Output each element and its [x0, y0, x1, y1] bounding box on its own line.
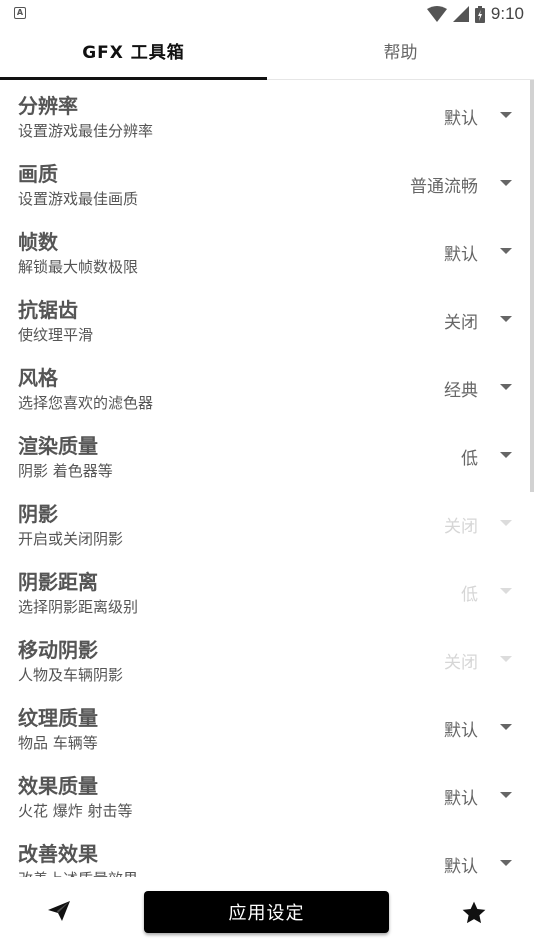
- setting-subtitle: 火花 爆炸 射击等: [18, 802, 133, 820]
- setting-value[interactable]: 默认: [444, 784, 478, 809]
- setting-row-texture-quality[interactable]: 纹理质量 物品 车辆等 默认: [0, 692, 534, 760]
- setting-subtitle: 选择阴影距离级别: [18, 598, 139, 616]
- wifi-icon: [426, 6, 447, 22]
- setting-title: 分辨率: [18, 94, 78, 118]
- signal-icon: [452, 6, 469, 22]
- setting-row-moving-shadows: 移动阴影 人物及车辆阴影 关闭: [0, 624, 534, 692]
- tab-gfx-toolbox[interactable]: GFX 工具箱: [0, 28, 267, 80]
- dropdown-arrow-icon: [500, 588, 512, 594]
- status-bar: A 9:10: [0, 0, 534, 28]
- status-time: 9:10: [490, 4, 524, 23]
- setting-subtitle: 使纹理平滑: [18, 326, 94, 344]
- notification-icon: A: [14, 7, 26, 19]
- setting-value[interactable]: 关闭: [444, 308, 478, 333]
- dropdown-arrow-icon[interactable]: [500, 316, 512, 322]
- dropdown-arrow-icon[interactable]: [500, 860, 512, 866]
- setting-subtitle: 开启或关闭阴影: [18, 530, 124, 548]
- setting-row-quality[interactable]: 画质 设置游戏最佳画质 普通流畅: [0, 148, 534, 216]
- setting-value[interactable]: 默认: [444, 852, 478, 877]
- setting-subtitle: 改善上述质量效果: [18, 868, 138, 877]
- setting-subtitle: 设置游戏最佳画质: [18, 190, 139, 208]
- setting-title: 阴影: [18, 502, 58, 526]
- setting-value[interactable]: 默认: [444, 240, 478, 265]
- setting-title: 改善效果: [18, 842, 98, 866]
- dropdown-arrow-icon[interactable]: [500, 452, 512, 458]
- setting-value: 关闭: [444, 517, 478, 537]
- setting-title: 纹理质量: [18, 706, 98, 730]
- dropdown-arrow-icon[interactable]: [500, 112, 512, 118]
- tab-bar: GFX 工具箱 帮助: [0, 28, 534, 80]
- setting-value: 关闭: [444, 653, 478, 673]
- send-icon[interactable]: [48, 901, 70, 921]
- setting-value[interactable]: 默认: [444, 716, 478, 741]
- setting-row-shadows: 阴影 开启或关闭阴影 关闭: [0, 488, 534, 556]
- star-icon[interactable]: [461, 900, 487, 926]
- setting-value[interactable]: 默认: [444, 104, 478, 129]
- dropdown-arrow-icon: [500, 520, 512, 526]
- setting-row-antialiasing[interactable]: 抗锯齿 使纹理平滑 关闭: [0, 284, 534, 352]
- setting-title: 渲染质量: [18, 434, 98, 458]
- apply-settings-button[interactable]: 应用设定: [144, 891, 389, 933]
- setting-row-improve-effects[interactable]: 改善效果 改善上述质量效果 默认: [0, 828, 534, 877]
- setting-title: 画质: [18, 162, 58, 186]
- bottom-bar: 应用设定: [0, 877, 534, 950]
- setting-title: 风格: [18, 366, 58, 390]
- setting-title: 抗锯齿: [18, 298, 78, 322]
- setting-row-render-quality[interactable]: 渲染质量 阴影 着色器等 低: [0, 420, 534, 488]
- dropdown-arrow-icon[interactable]: [500, 792, 512, 798]
- setting-subtitle: 人物及车辆阴影: [18, 666, 124, 684]
- setting-subtitle: 选择您喜欢的滤色器: [18, 394, 154, 412]
- setting-subtitle: 物品 车辆等: [18, 734, 98, 752]
- dropdown-arrow-icon: [500, 656, 512, 662]
- settings-list[interactable]: 分辨率 设置游戏最佳分辨率 默认 画质 设置游戏最佳画质 普通流畅 帧数 解锁最…: [0, 80, 534, 877]
- setting-value[interactable]: 经典: [444, 376, 478, 401]
- setting-title: 阴影距离: [18, 570, 98, 594]
- scrollbar[interactable]: [530, 80, 534, 492]
- setting-subtitle: 阴影 着色器等: [18, 462, 113, 480]
- dropdown-arrow-icon[interactable]: [500, 180, 512, 186]
- tab-help[interactable]: 帮助: [267, 28, 534, 80]
- dropdown-arrow-icon[interactable]: [500, 384, 512, 390]
- setting-title: 效果质量: [18, 774, 98, 798]
- dropdown-arrow-icon[interactable]: [500, 724, 512, 730]
- setting-title: 移动阴影: [18, 638, 98, 662]
- setting-value[interactable]: 低: [461, 444, 478, 469]
- dropdown-arrow-icon[interactable]: [500, 248, 512, 254]
- setting-title: 帧数: [18, 230, 58, 254]
- battery-icon: [474, 5, 485, 23]
- setting-row-fps[interactable]: 帧数 解锁最大帧数极限 默认: [0, 216, 534, 284]
- setting-subtitle: 解锁最大帧数极限: [18, 258, 139, 276]
- status-icons: 9:10: [426, 3, 524, 25]
- setting-subtitle: 设置游戏最佳分辨率: [18, 122, 154, 140]
- setting-row-style[interactable]: 风格 选择您喜欢的滤色器 经典: [0, 352, 534, 420]
- setting-value: 低: [461, 585, 478, 605]
- setting-row-resolution[interactable]: 分辨率 设置游戏最佳分辨率 默认: [0, 80, 534, 148]
- setting-value[interactable]: 普通流畅: [410, 172, 478, 197]
- setting-row-effects-quality[interactable]: 效果质量 火花 爆炸 射击等 默认: [0, 760, 534, 828]
- setting-row-shadow-distance: 阴影距离 选择阴影距离级别 低: [0, 556, 534, 624]
